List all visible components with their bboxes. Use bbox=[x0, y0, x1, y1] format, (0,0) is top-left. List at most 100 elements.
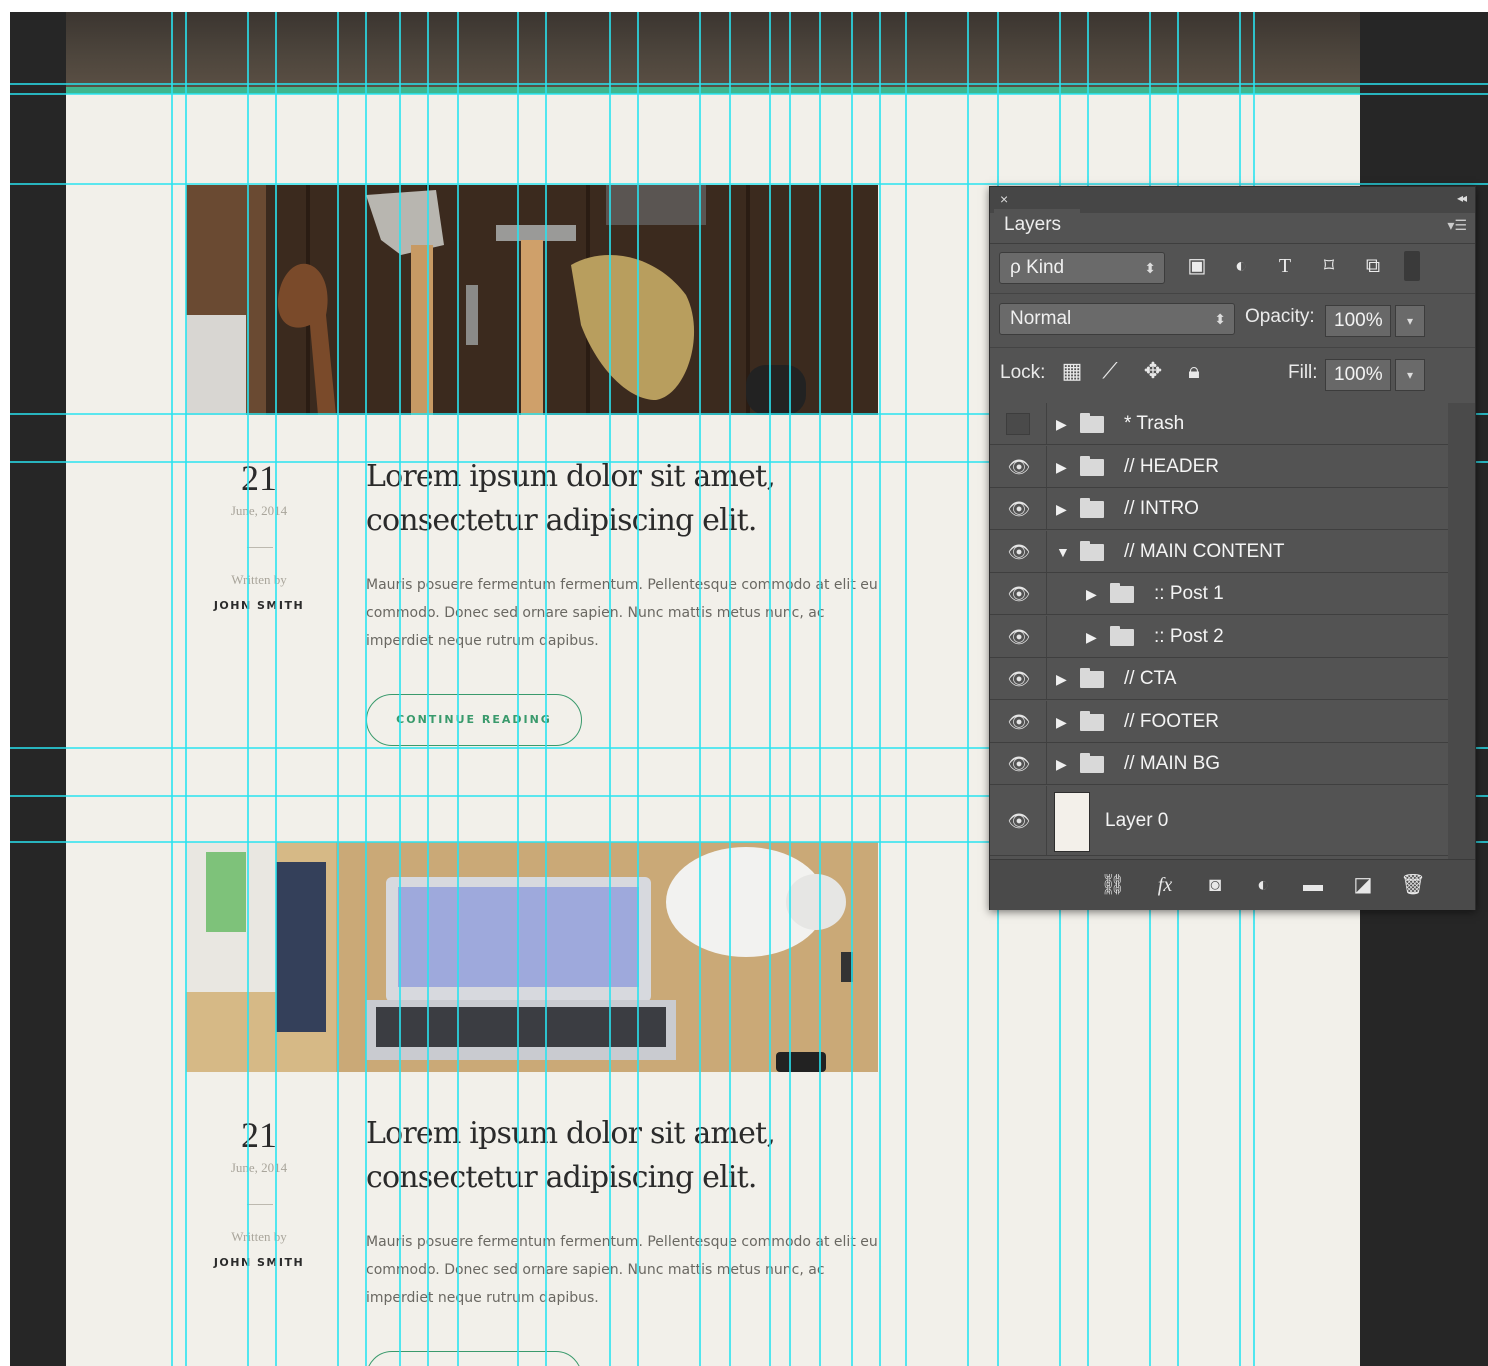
smart-object-filter-icon[interactable]: ⧉ bbox=[1358, 251, 1388, 281]
post-2-title[interactable]: Lorem ipsum dolor sit amet, consectetur … bbox=[366, 1112, 866, 1200]
add-mask-icon[interactable]: ◙ bbox=[1200, 870, 1230, 900]
fill-input[interactable]: 100% bbox=[1325, 359, 1391, 391]
collapse-icon[interactable]: ◂◂ bbox=[1457, 191, 1467, 205]
expand-triangle-icon[interactable]: ▶ bbox=[1086, 573, 1097, 615]
folder-icon bbox=[1080, 668, 1104, 688]
post-1-excerpt: Mauris posuere fermentum fermentum. Pell… bbox=[366, 577, 878, 649]
folder-icon bbox=[1080, 456, 1104, 476]
column-divider bbox=[1046, 701, 1047, 742]
lock-all-icon[interactable]: 🔒︎ bbox=[1180, 357, 1208, 385]
lock-transparent-pixels-icon[interactable]: ▦ bbox=[1058, 357, 1086, 385]
lock-image-pixels-icon[interactable]: ⟋ bbox=[1096, 357, 1124, 385]
visibility-eye-icon[interactable]: 👁︎ bbox=[1004, 488, 1034, 530]
expand-triangle-icon[interactable]: ▶ bbox=[1086, 616, 1097, 658]
folder-icon bbox=[1080, 753, 1104, 773]
column-divider bbox=[1046, 488, 1047, 529]
visibility-eye-icon[interactable]: 👁︎ bbox=[1004, 701, 1034, 743]
layer-row[interactable]: 👁︎ Layer 0 bbox=[990, 786, 1448, 856]
post-2-image bbox=[186, 842, 878, 1072]
filter-toggle-switch[interactable] bbox=[1404, 251, 1420, 281]
layers-scrollbar[interactable] bbox=[1448, 403, 1475, 859]
layer-name[interactable]: // CTA bbox=[1124, 658, 1176, 700]
layer-name[interactable]: :: Post 1 bbox=[1154, 573, 1224, 615]
close-icon[interactable]: × bbox=[1000, 191, 1008, 207]
visibility-eye-icon[interactable]: 👁︎ bbox=[1004, 531, 1034, 573]
layer-row[interactable]: 👁︎ ▶ // INTRO bbox=[990, 488, 1448, 530]
folder-icon bbox=[1080, 498, 1104, 518]
post-1-written-by: Written by bbox=[231, 572, 287, 587]
visibility-eye-icon[interactable]: 👁︎ bbox=[1004, 658, 1034, 700]
opacity-dropdown-icon[interactable]: ▾ bbox=[1395, 305, 1425, 337]
tab-layers[interactable]: Layers bbox=[994, 209, 1080, 241]
post-1-author[interactable]: JOHN SMITH bbox=[186, 599, 332, 612]
layer-row[interactable]: 👁︎ ▶ // HEADER bbox=[990, 446, 1448, 488]
updown-icon: ⬍ bbox=[1214, 311, 1226, 327]
post-1-title[interactable]: Lorem ipsum dolor sit amet, consectetur … bbox=[366, 455, 866, 543]
column-divider bbox=[1046, 446, 1047, 487]
expand-triangle-icon[interactable]: ▶ bbox=[1056, 743, 1067, 785]
expand-triangle-icon[interactable]: ▶ bbox=[1056, 446, 1067, 488]
filter-kind-label: ρ Kind bbox=[1010, 257, 1065, 278]
expand-triangle-icon[interactable]: ▶ bbox=[1056, 403, 1067, 445]
layer-name[interactable]: // MAIN CONTENT bbox=[1124, 531, 1284, 573]
layers-panel[interactable]: × ◂◂ Layers ▾☰ ρ Kind ⬍ ▣ ◐ T ⌑ ⧉ Normal… bbox=[989, 186, 1476, 910]
opacity-label: Opacity: bbox=[1245, 306, 1315, 327]
layer-name[interactable]: // MAIN BG bbox=[1124, 743, 1220, 785]
layer-row[interactable]: 👁︎ ▶ // CTA bbox=[990, 658, 1448, 700]
layer-row[interactable]: 👁︎ ▶:: Post 1 bbox=[990, 573, 1448, 615]
adjustment-layer-icon[interactable]: ◐ bbox=[1248, 870, 1278, 900]
folder-icon bbox=[1110, 583, 1134, 603]
column-divider bbox=[1046, 658, 1047, 699]
type-layer-filter-icon[interactable]: T bbox=[1270, 251, 1300, 281]
pixel-layer-filter-icon[interactable]: ▣ bbox=[1182, 251, 1212, 281]
expand-triangle-open-icon[interactable]: ▼ bbox=[1056, 531, 1070, 573]
visibility-eye-icon[interactable]: 👁︎ bbox=[1004, 446, 1034, 488]
layer-row[interactable]: ▶ * Trash bbox=[990, 403, 1448, 445]
filter-kind-select[interactable]: ρ Kind ⬍ bbox=[999, 252, 1165, 284]
new-group-icon[interactable]: ▬ bbox=[1298, 870, 1328, 900]
link-layers-icon[interactable]: ⛓ bbox=[1098, 870, 1128, 900]
blend-row: Normal ⬍ Opacity: 100% ▾ bbox=[990, 293, 1475, 344]
opacity-input[interactable]: 100% bbox=[1325, 305, 1391, 337]
expand-triangle-icon[interactable]: ▶ bbox=[1056, 488, 1067, 530]
adjustment-layer-filter-icon[interactable]: ◐ bbox=[1226, 251, 1256, 281]
layer-name[interactable]: // HEADER bbox=[1124, 446, 1219, 488]
folder-icon bbox=[1110, 626, 1134, 646]
expand-triangle-icon[interactable]: ▶ bbox=[1056, 701, 1067, 743]
post-2-continue-reading-button[interactable] bbox=[366, 1351, 582, 1366]
post-2-day: 21 bbox=[241, 1115, 277, 1155]
visibility-eye-icon[interactable]: 👁︎ bbox=[1004, 616, 1034, 658]
continue-reading-button[interactable]: CONTINUE READING bbox=[366, 694, 582, 746]
expand-triangle-icon[interactable]: ▶ bbox=[1056, 658, 1067, 700]
layer-row[interactable]: 👁︎ ▶ // FOOTER bbox=[990, 701, 1448, 743]
visibility-eye-icon[interactable]: 👁︎ bbox=[1004, 786, 1034, 856]
column-divider bbox=[1046, 531, 1047, 572]
visibility-toggle-off[interactable] bbox=[1006, 413, 1030, 435]
post-2-meta-divider bbox=[247, 1204, 273, 1205]
layer-style-fx-icon[interactable]: fx bbox=[1150, 870, 1180, 900]
post-2-author[interactable]: JOHN SMITH bbox=[186, 1256, 332, 1269]
layer-list: ▶ * Trash 👁︎ ▶ // HEADER 👁︎ ▶ // INTRO 👁︎ ▼ // MAI… bbox=[990, 403, 1448, 859]
header-hero-image bbox=[66, 12, 1360, 94]
visibility-eye-icon[interactable]: 👁︎ bbox=[1004, 573, 1034, 615]
blend-mode-select[interactable]: Normal ⬍ bbox=[999, 303, 1235, 335]
post-1-meta-divider bbox=[247, 547, 273, 548]
layer-name[interactable]: * Trash bbox=[1124, 403, 1184, 445]
layer-row[interactable]: 👁︎ ▼ // MAIN CONTENT bbox=[990, 531, 1448, 573]
visibility-eye-icon[interactable]: 👁︎ bbox=[1004, 743, 1034, 785]
panel-menu-icon[interactable]: ▾☰ bbox=[1447, 217, 1467, 234]
layer-name[interactable]: :: Post 2 bbox=[1154, 616, 1224, 658]
layer-name[interactable]: // INTRO bbox=[1124, 488, 1199, 530]
layer-row[interactable]: 👁︎ ▶:: Post 2 bbox=[990, 616, 1448, 658]
column-divider bbox=[1046, 786, 1047, 855]
layer-name[interactable]: Layer 0 bbox=[1105, 786, 1168, 856]
new-layer-icon[interactable]: ◪ bbox=[1348, 870, 1378, 900]
lock-position-icon[interactable]: ✥ bbox=[1139, 357, 1167, 385]
delete-layer-icon[interactable]: 🗑︎ bbox=[1398, 870, 1428, 900]
layer-row[interactable]: 👁︎ ▶ // MAIN BG bbox=[990, 743, 1448, 785]
updown-icon: ⬍ bbox=[1144, 260, 1156, 276]
column-divider bbox=[1046, 743, 1047, 784]
fill-dropdown-icon[interactable]: ▾ bbox=[1395, 359, 1425, 391]
shape-layer-filter-icon[interactable]: ⌑ bbox=[1314, 251, 1344, 281]
layer-name[interactable]: // FOOTER bbox=[1124, 701, 1219, 743]
